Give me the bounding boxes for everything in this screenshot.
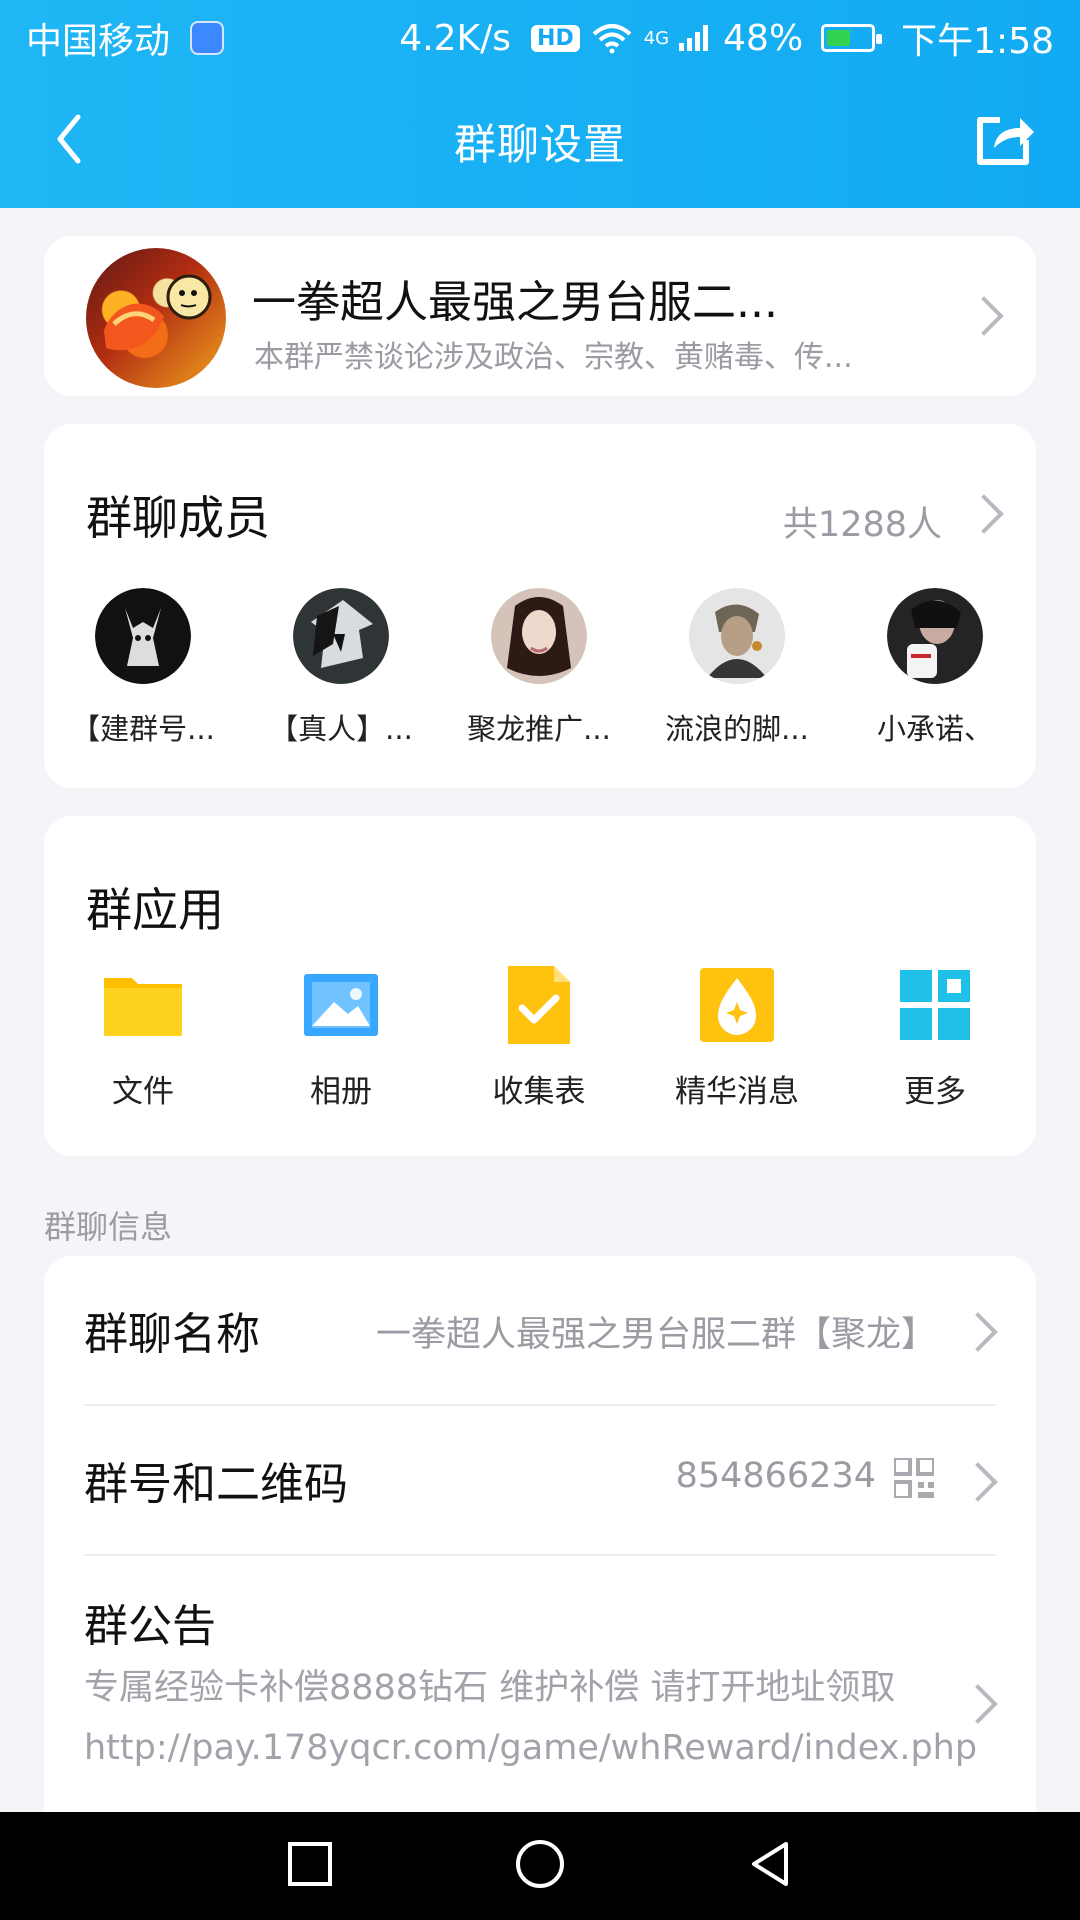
app-label: 收集表 bbox=[492, 1074, 586, 1110]
network-speed: 4.2K/s bbox=[399, 17, 512, 59]
group-name: 一拳超人最强之男台服二... bbox=[252, 277, 778, 328]
folder-icon bbox=[102, 964, 184, 1046]
member-avatar bbox=[887, 588, 983, 684]
member-item[interactable]: 流浪的脚... bbox=[638, 588, 836, 748]
member-avatar bbox=[293, 588, 389, 684]
member-name: 小承诺、 bbox=[876, 712, 993, 746]
page-title: 群聊设置 bbox=[453, 119, 626, 169]
app-label: 文件 bbox=[112, 1074, 174, 1110]
group-id-row[interactable]: 群号和二维码 854866234 bbox=[84, 1406, 998, 1556]
group-name-title: 群聊名称 bbox=[84, 1309, 260, 1360]
member-avatar bbox=[689, 588, 785, 684]
app-essence[interactable]: 精华消息 bbox=[638, 964, 836, 1111]
group-notice-title: 群公告 bbox=[84, 1601, 216, 1652]
grid-icon bbox=[894, 964, 976, 1046]
chevron-right-icon[interactable] bbox=[964, 494, 1004, 534]
back-button[interactable] bbox=[34, 106, 104, 176]
group-summary-card[interactable]: 一拳超人最强之男台服二... 本群严禁谈论涉及政治、宗教、黄赌毒、传... bbox=[44, 236, 1036, 396]
app-form[interactable]: 收集表 bbox=[440, 964, 638, 1111]
share-icon bbox=[970, 110, 1036, 172]
group-description: 本群严禁谈论涉及政治、宗教、黄赌毒、传... bbox=[254, 340, 853, 375]
app-label: 精华消息 bbox=[675, 1074, 799, 1110]
chevron-right-icon bbox=[958, 1312, 998, 1352]
group-notice-text: 专属经验卡补偿8888钻石 维护补偿 请打开地址领取 http://pay.17… bbox=[84, 1668, 978, 1768]
member-avatar bbox=[95, 588, 191, 684]
group-members-card: 群聊成员 共1288人 【建群号... 【真人】... 聚龙推广... 流浪的脚… bbox=[44, 424, 1036, 788]
apps-title: 群应用 bbox=[86, 883, 224, 937]
app-more[interactable]: 更多 bbox=[836, 964, 1034, 1111]
member-avatar bbox=[491, 588, 587, 684]
app-file[interactable]: 文件 bbox=[44, 964, 242, 1111]
form-check-icon bbox=[498, 964, 580, 1046]
clock: 下午1:58 bbox=[901, 21, 1054, 62]
member-name: 【真人】... bbox=[269, 712, 413, 746]
app-label: 相册 bbox=[310, 1074, 372, 1110]
network-type: 4G bbox=[643, 27, 670, 49]
chevron-right-icon bbox=[958, 1462, 998, 1502]
members-title: 群聊成员 bbox=[86, 491, 270, 545]
group-info-card: 群聊名称 一拳超人最强之男台服二群【聚龙】 群号和二维码 854866234 群… bbox=[44, 1256, 1036, 1816]
member-item[interactable]: 【建群号... bbox=[44, 588, 242, 748]
android-navigation-bar bbox=[0, 1812, 1080, 1920]
group-avatar bbox=[86, 248, 226, 388]
member-name: 流浪的脚... bbox=[665, 712, 809, 746]
qr-code-icon bbox=[892, 1456, 936, 1500]
circle-icon bbox=[515, 1839, 565, 1893]
apps-list: 文件 相册 收集表 精华消息 更多 bbox=[44, 964, 1036, 1111]
signal-icon bbox=[677, 23, 713, 53]
recent-apps-button[interactable] bbox=[275, 1831, 345, 1901]
app-header: 中国移动 4.2K/s HD 4G 48% 下午1:58 群聊设置 bbox=[0, 0, 1080, 208]
group-id-value: 854866234 bbox=[675, 1456, 876, 1496]
member-item[interactable]: 聚龙推广... bbox=[440, 588, 638, 748]
battery-fill bbox=[827, 30, 851, 46]
group-apps-card: 群应用 文件 相册 收集表 精华消息 更多 bbox=[44, 816, 1036, 1156]
top-nav-bar: 群聊设置 bbox=[0, 86, 1080, 196]
member-item[interactable]: 小承诺、 bbox=[836, 588, 1034, 748]
group-id-title: 群号和二维码 bbox=[84, 1459, 348, 1510]
home-button[interactable] bbox=[505, 1831, 575, 1901]
carrier-label: 中国移动 bbox=[26, 21, 171, 62]
triangle-back-icon bbox=[746, 1840, 794, 1892]
member-item[interactable]: 【真人】... bbox=[242, 588, 440, 748]
member-list: 【建群号... 【真人】... 聚龙推广... 流浪的脚... 小承诺、 bbox=[44, 588, 1036, 748]
member-count[interactable]: 共1288人 bbox=[783, 496, 942, 547]
group-name-value: 一拳超人最强之男台服二群【聚龙】 bbox=[375, 1315, 936, 1355]
square-icon bbox=[287, 1841, 333, 1891]
member-name: 聚龙推广... bbox=[467, 712, 611, 746]
share-button[interactable] bbox=[966, 104, 1040, 178]
status-left: 中国移动 bbox=[26, 12, 225, 64]
group-info-section-label: 群聊信息 bbox=[44, 1208, 173, 1246]
back-nav-button[interactable] bbox=[735, 1831, 805, 1901]
app-label: 更多 bbox=[904, 1074, 966, 1110]
status-bar: 中国移动 4.2K/s HD 4G 48% 下午1:58 bbox=[0, 0, 1080, 76]
essence-icon bbox=[696, 964, 778, 1046]
wifi-icon bbox=[590, 22, 634, 54]
group-name-row[interactable]: 群聊名称 一拳超人最强之男台服二群【聚龙】 bbox=[84, 1256, 998, 1406]
app-album[interactable]: 相册 bbox=[242, 964, 440, 1111]
chevron-left-icon bbox=[54, 113, 84, 169]
battery-icon bbox=[821, 24, 883, 52]
hd-badge: HD bbox=[531, 24, 580, 52]
carrier-badge-icon bbox=[190, 21, 225, 55]
photo-icon bbox=[300, 964, 382, 1046]
member-name: 【建群号... bbox=[71, 712, 215, 746]
status-right: 4.2K/s HD 4G 48% 下午1:58 bbox=[399, 12, 1054, 64]
battery-percent: 48% bbox=[723, 17, 804, 59]
